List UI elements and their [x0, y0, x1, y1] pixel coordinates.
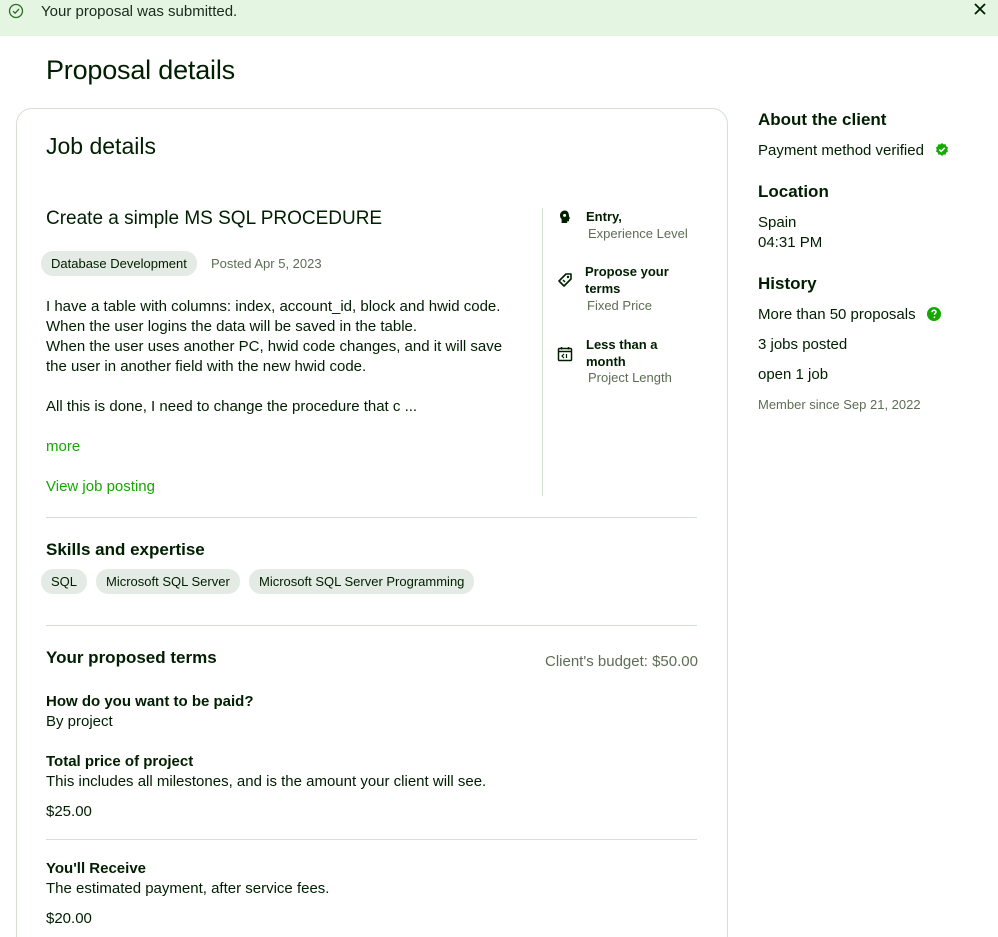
divider	[46, 625, 697, 626]
skill-tag-label: Microsoft SQL Server	[96, 569, 240, 594]
member-since: Member since Sep 21, 2022	[758, 397, 921, 412]
divider	[46, 517, 697, 518]
job-details-heading: Job details	[46, 133, 156, 159]
total-price-value: $25.00	[46, 803, 92, 820]
payment-method-answer: By project	[46, 713, 113, 730]
about-client-heading: About the client	[758, 110, 887, 129]
description-paragraph: I have a table with columns: index, acco…	[46, 298, 503, 375]
skill-tag-label: Microsoft SQL Server Programming	[249, 569, 475, 594]
banner-message: Your proposal was submitted.	[41, 3, 238, 20]
you-receive-label: You'll Receive	[46, 860, 146, 877]
open-jobs: open 1 job	[758, 366, 829, 383]
success-banner: Your proposal was submitted.	[0, 0, 998, 36]
location-heading: Location	[758, 182, 829, 201]
check-circle-icon	[8, 3, 24, 19]
history-heading: History	[758, 274, 817, 293]
skills-heading: Skills and expertise	[46, 540, 205, 559]
skill-tag[interactable]: Microsoft SQL Server	[96, 569, 240, 594]
experience-level-label: Experience Level	[588, 226, 688, 241]
divider	[542, 208, 543, 496]
price-tag-icon	[558, 273, 572, 287]
more-link[interactable]: more	[46, 438, 80, 455]
total-price-description: This includes all milestones, and is the…	[46, 773, 487, 790]
divider	[46, 839, 697, 840]
proposals-count: More than 50 proposals	[758, 306, 942, 323]
jobs-posted: 3 jobs posted	[758, 336, 848, 353]
client-country: Spain	[758, 214, 797, 231]
skill-tag[interactable]: Microsoft SQL Server Programming	[249, 569, 475, 594]
price-terms-value: Propose your terms	[585, 264, 669, 296]
close-icon[interactable]	[971, 0, 989, 18]
total-price-label: Total price of project	[46, 753, 194, 770]
payment-verified: Payment method verified	[758, 142, 950, 159]
experience-level-value: Entry,	[586, 209, 622, 224]
price-type-label: Fixed Price	[587, 298, 653, 313]
proposed-terms-heading: Your proposed terms	[46, 648, 217, 667]
project-length-label: Project Length	[588, 370, 672, 385]
verified-badge-icon	[936, 143, 949, 157]
page-title: Proposal details	[46, 55, 235, 85]
description-paragraph: All this is done, I need to change the p…	[46, 398, 418, 415]
skill-tag[interactable]: SQL	[41, 569, 88, 594]
you-receive-value: $20.00	[46, 910, 92, 927]
proposals-count-text: More than 50 proposals	[758, 306, 916, 323]
client-local-time: 04:31 PM	[758, 234, 823, 251]
experience-level-icon	[560, 210, 571, 223]
posted-date: Posted Apr 5, 2023	[211, 256, 322, 271]
view-job-posting-link[interactable]: View job posting	[46, 478, 155, 495]
calendar-icon	[557, 347, 573, 362]
skill-tag-label: SQL	[41, 569, 88, 594]
you-receive-description: The estimated payment, after service fee…	[46, 880, 330, 897]
help-icon[interactable]	[926, 306, 942, 322]
payment-verified-text: Payment method verified	[758, 142, 924, 159]
payment-method-question: How do you want to be paid?	[46, 693, 254, 710]
category-tag[interactable]: Database Development	[41, 251, 197, 276]
job-description: I have a table with columns: index, acco…	[46, 297, 526, 417]
client-budget: Client's budget: $50.00	[545, 653, 698, 670]
project-length-value: Less than a month	[586, 337, 658, 369]
job-title: Create a simple MS SQL PROCEDURE	[46, 208, 383, 229]
category-tag-label: Database Development	[41, 251, 197, 276]
